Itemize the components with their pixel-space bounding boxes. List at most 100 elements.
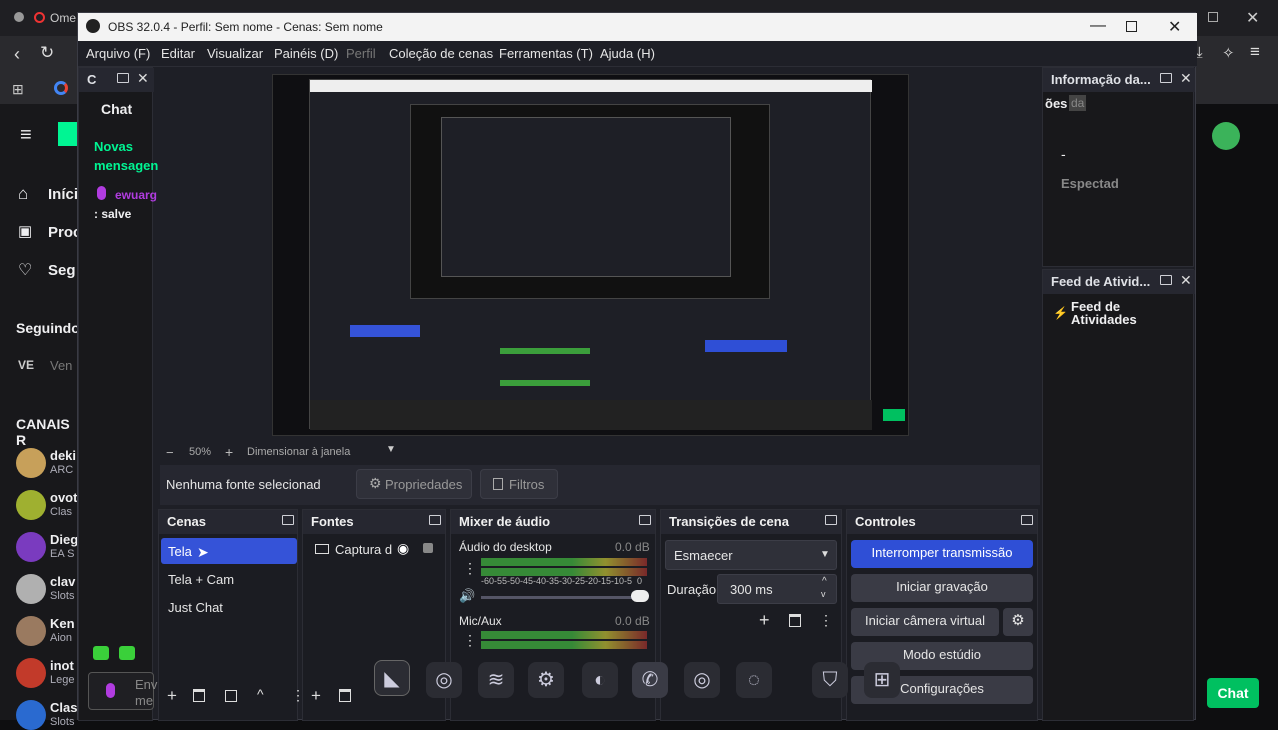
activity-dock-close-icon[interactable]: ✕ xyxy=(1180,272,1192,289)
chevron-down-icon[interactable]: ▼ xyxy=(386,444,396,455)
channel-name[interactable]: Dieg xyxy=(50,532,78,547)
chat-button[interactable]: Chat xyxy=(1207,678,1259,708)
emote-icon-1[interactable] xyxy=(93,646,109,660)
emote-icon-2[interactable] xyxy=(119,646,135,660)
undock-icon[interactable] xyxy=(282,515,294,525)
more-icon[interactable]: ⋮ xyxy=(463,632,477,649)
undock-icon[interactable] xyxy=(639,515,651,525)
lock-icon[interactable] xyxy=(423,543,433,553)
hamburger-icon[interactable]: ≡ xyxy=(20,124,32,147)
properties-button[interactable]: ⚙ Propriedades xyxy=(356,469,472,499)
channel-name[interactable]: ovot xyxy=(50,490,77,505)
channel-avatar[interactable] xyxy=(16,574,46,604)
menu-arquivo[interactable]: Arquivo (F) xyxy=(86,46,150,61)
undock-icon[interactable] xyxy=(429,515,441,525)
minimize-icon[interactable]: — xyxy=(1090,17,1106,35)
channel-name[interactable]: deki xyxy=(50,448,76,463)
trash-icon[interactable] xyxy=(193,689,205,702)
vs-icon[interactable]: ◣ xyxy=(374,660,410,696)
menu-visualizar[interactable]: Visualizar xyxy=(207,46,263,61)
stepper-up-icon[interactable]: ^ xyxy=(822,576,827,587)
preview-canvas[interactable] xyxy=(272,74,909,436)
channel-name[interactable]: Clas xyxy=(50,700,77,715)
filters-button[interactable]: Filtros xyxy=(480,469,558,499)
google-icon[interactable] xyxy=(54,81,68,95)
scene-item-tela-cam[interactable]: Tela + Cam xyxy=(168,572,234,587)
obs-icon[interactable]: ◌ xyxy=(736,662,772,698)
sidebar-item-following[interactable]: Seg xyxy=(48,262,76,279)
channel-name[interactable]: Ken xyxy=(50,616,75,631)
menu-colecao[interactable]: Coleção de cenas xyxy=(389,46,493,61)
trash-icon[interactable] xyxy=(339,689,351,702)
scale-mode[interactable]: Dimensionar à janela xyxy=(247,446,350,458)
brave-icon[interactable]: ⛉ xyxy=(812,662,848,698)
more-icon[interactable]: ⋮ xyxy=(463,560,477,577)
avatar[interactable] xyxy=(1212,122,1240,150)
steam-icon[interactable]: ⚙ xyxy=(528,662,564,698)
menu-paineis[interactable]: Painéis (D) xyxy=(274,46,338,61)
duration-input[interactable]: 300 ms ^ v xyxy=(717,574,837,604)
browser-tab-title[interactable]: Ome xyxy=(50,11,76,25)
apps-grid-icon[interactable]: ⊞ xyxy=(12,81,24,98)
window-restore-icon[interactable] xyxy=(1208,12,1218,22)
channel-avatar[interactable] xyxy=(16,532,46,562)
whatsapp-icon[interactable]: ✆ xyxy=(632,662,668,698)
scene-item-tela[interactable]: Tela ➤ xyxy=(161,538,297,564)
tab-close-icon[interactable] xyxy=(14,12,24,22)
chat-username[interactable]: ewuarg xyxy=(115,188,157,202)
spotify-icon[interactable]: ≋ xyxy=(478,662,514,698)
start-virtual-camera-button[interactable]: Iniciar câmera virtual xyxy=(851,608,999,636)
menu-icon[interactable]: ≡ xyxy=(1250,42,1260,62)
add-transition-icon[interactable]: + xyxy=(759,610,770,631)
new-messages-1[interactable]: Novas xyxy=(94,139,133,154)
trash-icon[interactable] xyxy=(789,614,801,627)
chat-input[interactable]: Env me xyxy=(88,672,157,710)
scene-filters-icon[interactable] xyxy=(225,690,237,702)
undock-icon[interactable] xyxy=(1021,515,1033,525)
menu-ajuda[interactable]: Ajuda (H) xyxy=(600,46,655,61)
undock-icon[interactable] xyxy=(1160,275,1172,285)
menu-editar[interactable]: Editar xyxy=(161,46,195,61)
extensions-icon[interactable]: ✧ xyxy=(1222,44,1235,62)
add-scene-icon[interactable]: + xyxy=(167,686,177,706)
channel-avatar[interactable] xyxy=(16,700,46,730)
eye-icon[interactable]: ◉ xyxy=(397,540,409,557)
add-source-icon[interactable]: + xyxy=(311,686,321,706)
transition-select[interactable]: Esmaecer ▼ xyxy=(665,540,837,570)
sidebar-item-home[interactable]: Iníci xyxy=(48,186,78,203)
grid-icon[interactable]: ⊞ xyxy=(864,662,900,698)
zoom-out-button[interactable]: − xyxy=(166,445,174,460)
start-recording-button[interactable]: Iniciar gravação xyxy=(851,574,1033,602)
channel-name[interactable]: clav xyxy=(50,574,75,589)
back-icon[interactable]: ‹ xyxy=(14,44,20,65)
channel-avatar[interactable] xyxy=(16,616,46,646)
volume-slider-desktop[interactable] xyxy=(481,596,647,599)
stepper-down-icon[interactable]: v xyxy=(821,589,826,599)
virtual-camera-settings-button[interactable]: ⚙ xyxy=(1003,608,1033,636)
menu-ferramentas[interactable]: Ferramentas (T) xyxy=(499,46,593,61)
speaker-icon[interactable]: 🔊 xyxy=(459,588,475,604)
scene-item-just-chat[interactable]: Just Chat xyxy=(168,600,223,615)
ve-label[interactable]: Ven xyxy=(50,358,72,373)
discord-icon[interactable]: ◎ xyxy=(426,662,462,698)
undock-icon[interactable] xyxy=(117,73,129,83)
menu-perfil[interactable]: Perfil xyxy=(346,46,376,61)
chat-dock-close-icon[interactable]: ✕ xyxy=(137,70,149,87)
discord-icon-2[interactable]: ◎ xyxy=(684,662,720,698)
info-dock-close-icon[interactable]: ✕ xyxy=(1180,70,1192,87)
source-item-captura[interactable]: Captura d xyxy=(335,542,392,557)
more-icon[interactable]: ⋮ xyxy=(819,612,833,629)
stop-streaming-button[interactable]: Interromper transmissão xyxy=(851,540,1033,568)
channel-avatar[interactable] xyxy=(16,490,46,520)
volume-slider-handle[interactable] xyxy=(631,590,649,602)
window-close-icon[interactable]: ✕ xyxy=(1246,8,1259,28)
new-messages-2[interactable]: mensagen xyxy=(94,158,158,173)
app-icon[interactable]: ◐ xyxy=(582,662,618,698)
channel-avatar[interactable] xyxy=(16,448,46,478)
preview-area[interactable] xyxy=(160,67,1040,442)
move-up-icon[interactable]: ^ xyxy=(257,686,264,702)
close-icon[interactable]: ✕ xyxy=(1168,17,1181,37)
maximize-icon[interactable] xyxy=(1126,21,1137,32)
undock-icon[interactable] xyxy=(825,515,837,525)
twitch-logo[interactable] xyxy=(58,122,78,146)
